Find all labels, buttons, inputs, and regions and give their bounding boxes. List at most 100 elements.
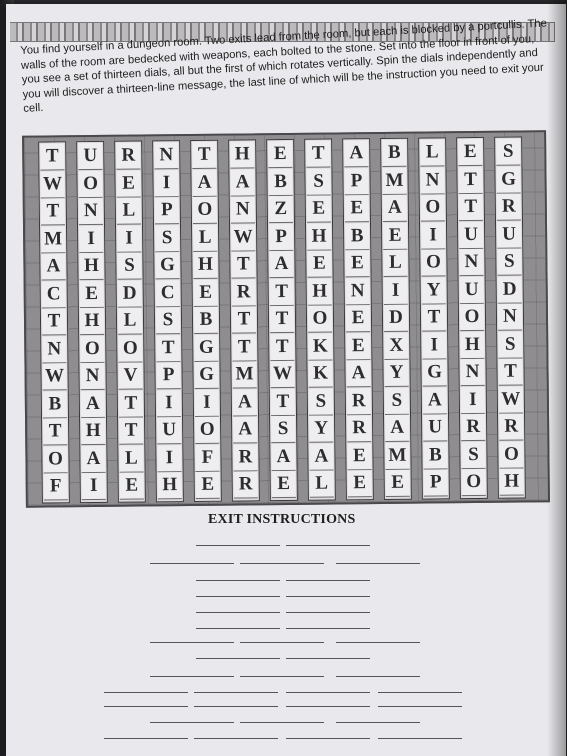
dial-letter: K bbox=[308, 360, 333, 388]
answer-blank[interactable] bbox=[336, 642, 420, 643]
answer-blank[interactable] bbox=[286, 692, 370, 693]
dial-letter: G bbox=[194, 334, 219, 362]
answer-blank[interactable] bbox=[286, 580, 370, 581]
dial-column-1[interactable]: TWTMACTNWBTOF bbox=[38, 141, 70, 504]
dial-letter: S bbox=[496, 138, 521, 166]
answer-blank[interactable] bbox=[378, 692, 462, 693]
answer-blank[interactable] bbox=[196, 628, 280, 629]
dial-letter: T bbox=[269, 305, 295, 334]
answer-blank[interactable] bbox=[194, 738, 278, 739]
answer-blank[interactable] bbox=[150, 676, 234, 677]
dial-letter: E bbox=[195, 471, 220, 499]
dial-letter: R bbox=[346, 387, 372, 415]
answer-blank[interactable] bbox=[150, 563, 234, 564]
answer-blank[interactable] bbox=[240, 563, 324, 564]
answer-blank[interactable] bbox=[286, 628, 370, 629]
dial-letter: T bbox=[306, 140, 331, 168]
dial-letter: I bbox=[383, 277, 408, 305]
dial-letter: S bbox=[461, 441, 486, 469]
dial-column-3[interactable]: RELISDLOVTTLE bbox=[114, 140, 146, 503]
answer-blank[interactable] bbox=[196, 658, 280, 659]
dial-column-6[interactable]: HANWTRTTMAARR bbox=[228, 139, 260, 502]
dial-letter: N bbox=[42, 335, 67, 364]
dial-letter: A bbox=[232, 388, 258, 417]
dial-letter: B bbox=[42, 390, 68, 419]
answer-blank[interactable] bbox=[194, 706, 278, 707]
dial-letter: E bbox=[347, 442, 372, 470]
dial-letter: A bbox=[346, 360, 371, 388]
dial-letter: T bbox=[270, 388, 296, 416]
answer-blank[interactable] bbox=[196, 545, 280, 546]
dial-letter: A bbox=[230, 168, 255, 197]
answer-blank[interactable] bbox=[286, 738, 370, 739]
dial-letter: G bbox=[496, 166, 521, 194]
dial-letter: A bbox=[81, 445, 106, 473]
answer-blank[interactable] bbox=[286, 612, 370, 613]
dial-letter: W bbox=[498, 386, 523, 414]
dial-letter: E bbox=[193, 279, 218, 307]
dial-letter: R bbox=[461, 413, 486, 442]
dial-letter: T bbox=[231, 306, 257, 334]
dial-column-2[interactable]: UONIHEHONAHAI bbox=[76, 140, 108, 504]
dial-letter: T bbox=[231, 251, 256, 279]
dial-letter: C bbox=[155, 279, 180, 307]
dial-column-4[interactable]: NIPSGCSTPIUIH bbox=[152, 140, 184, 503]
answer-blank[interactable] bbox=[196, 580, 280, 581]
dial-letter: S bbox=[117, 252, 142, 280]
answer-blank[interactable] bbox=[336, 722, 420, 723]
dial-letter: L bbox=[193, 224, 218, 252]
dial-letter: O bbox=[43, 445, 68, 474]
answer-blank[interactable] bbox=[104, 706, 188, 707]
answer-blank[interactable] bbox=[240, 642, 324, 643]
dial-letter: T bbox=[192, 141, 217, 169]
answer-blank[interactable] bbox=[336, 563, 420, 564]
answer-blank[interactable] bbox=[104, 738, 188, 739]
dial-letter: R bbox=[233, 471, 258, 499]
dial-column-5[interactable]: TAOLHEBGGIOFE bbox=[190, 139, 222, 502]
dial-letter: T bbox=[458, 166, 483, 194]
dial-letter: U bbox=[496, 221, 522, 249]
dial-letter: I bbox=[460, 386, 485, 414]
answer-blank[interactable] bbox=[378, 706, 462, 707]
dial-letter: H bbox=[230, 141, 255, 169]
answer-blank[interactable] bbox=[336, 676, 420, 677]
dial-column-10[interactable]: BMAELIDXYSAME bbox=[380, 137, 412, 500]
answer-blank[interactable] bbox=[196, 612, 280, 613]
dial-column-7[interactable]: EBZPATTTWTSAE bbox=[266, 138, 298, 502]
dial-letter: R bbox=[231, 278, 256, 307]
dial-letter: I bbox=[81, 472, 106, 501]
answer-blank[interactable] bbox=[286, 706, 370, 707]
dial-column-11[interactable]: LNOIOYTIGAUBP bbox=[418, 137, 450, 500]
answer-blank[interactable] bbox=[240, 676, 324, 677]
dial-column-13[interactable]: SGRUSDNSTWROH bbox=[494, 136, 526, 499]
answer-blank[interactable] bbox=[104, 692, 188, 693]
answer-blank[interactable] bbox=[286, 596, 370, 597]
dial-letter: C bbox=[41, 280, 66, 309]
dial-letter: E bbox=[346, 332, 371, 360]
dial-letter: S bbox=[308, 388, 334, 416]
dial-letter: A bbox=[192, 169, 217, 197]
dial-column-9[interactable]: APEBENEEARREE bbox=[342, 138, 374, 501]
dial-letter: B bbox=[423, 441, 448, 470]
dial-letter: E bbox=[344, 195, 369, 223]
answer-blank[interactable] bbox=[150, 642, 234, 643]
answer-blank[interactable] bbox=[150, 722, 234, 723]
dial-letter: O bbox=[80, 335, 105, 363]
answer-blank[interactable] bbox=[194, 692, 278, 693]
dial-letter: I bbox=[194, 389, 220, 417]
dial-column-8[interactable]: TSEHEHOKKSYAL bbox=[304, 138, 336, 501]
answer-blank[interactable] bbox=[378, 738, 462, 739]
dial-letter: L bbox=[309, 470, 334, 498]
answer-blank[interactable] bbox=[286, 658, 370, 659]
dial-column-12[interactable]: ETTUNUOHNIRSO bbox=[456, 136, 488, 500]
dial-letter: E bbox=[268, 140, 293, 169]
dial-letter: M bbox=[232, 361, 257, 389]
dial-letter: H bbox=[79, 252, 104, 281]
dial-letter: E bbox=[385, 469, 410, 497]
answer-blank[interactable] bbox=[240, 722, 324, 723]
dial-letter: S bbox=[306, 168, 331, 196]
dial-letter: A bbox=[233, 416, 258, 444]
dial-letter: N bbox=[420, 166, 445, 195]
answer-blank[interactable] bbox=[196, 596, 280, 597]
answer-blank[interactable] bbox=[286, 545, 370, 546]
